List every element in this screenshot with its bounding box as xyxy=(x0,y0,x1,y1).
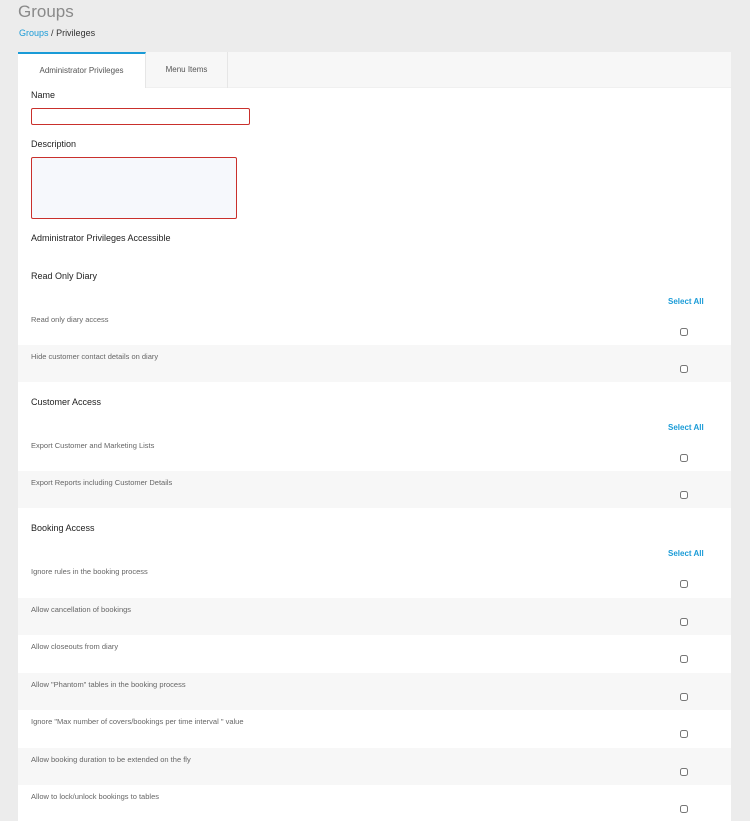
privilege-row: Allow cancellation of bookings xyxy=(18,598,731,635)
privilege-checkbox[interactable] xyxy=(680,454,688,462)
privilege-row: Ignore rules in the booking process xyxy=(18,560,731,597)
privilege-checkbox[interactable] xyxy=(680,491,688,499)
tab-bar: Administrator Privileges Menu Items xyxy=(18,52,731,88)
description-input[interactable] xyxy=(31,157,237,219)
tab-menu-items[interactable]: Menu Items xyxy=(146,52,228,88)
name-input[interactable] xyxy=(31,108,250,125)
privilege-checkbox[interactable] xyxy=(680,768,688,776)
privilege-label: Export Customer and Marketing Lists xyxy=(31,441,155,450)
breadcrumb: Groups / Privileges xyxy=(19,28,95,38)
privilege-label: Ignore "Max number of covers/bookings pe… xyxy=(31,717,244,726)
privilege-label: Ignore rules in the booking process xyxy=(31,567,148,576)
privilege-checkbox[interactable] xyxy=(680,365,688,373)
select-all-read-only-diary[interactable]: Select All xyxy=(668,297,704,306)
privilege-row: Export Reports including Customer Detail… xyxy=(18,471,731,508)
breadcrumb-current: Privileges xyxy=(56,28,96,38)
description-label: Description xyxy=(31,139,77,149)
privilege-checkbox[interactable] xyxy=(680,618,688,626)
privilege-label: Read only diary access xyxy=(31,315,109,324)
privilege-label: Allow booking duration to be extended on… xyxy=(31,755,191,764)
privilege-row: Ignore "Max number of covers/bookings pe… xyxy=(18,710,731,747)
privilege-label: Allow closeouts from diary xyxy=(31,642,119,651)
privilege-label: Allow "Phantom" tables in the booking pr… xyxy=(31,680,186,689)
section-title-read-only-diary: Read Only Diary xyxy=(31,271,98,281)
breadcrumb-separator: / xyxy=(51,28,54,38)
privilege-label: Export Reports including Customer Detail… xyxy=(31,478,173,487)
privilege-checkbox[interactable] xyxy=(680,730,688,738)
privilege-row: Hide customer contact details on diary xyxy=(18,345,731,382)
privilege-label: Allow to lock/unlock bookings to tables xyxy=(31,792,159,801)
breadcrumb-link-groups[interactable]: Groups xyxy=(19,28,49,38)
select-all-booking-access[interactable]: Select All xyxy=(668,549,704,558)
privilege-checkbox[interactable] xyxy=(680,693,688,701)
page-title: Groups xyxy=(18,2,74,21)
privilege-row: Export Customer and Marketing Lists xyxy=(18,434,731,471)
privilege-checkbox[interactable] xyxy=(680,580,688,588)
tab-administrator-privileges[interactable]: Administrator Privileges xyxy=(18,52,146,88)
privilege-row: Allow to lock/unlock bookings to tables xyxy=(18,785,731,821)
privilege-row: Read only diary access xyxy=(18,308,731,345)
privilege-row: Allow "Phantom" tables in the booking pr… xyxy=(18,673,731,710)
privilege-checkbox[interactable] xyxy=(680,328,688,336)
privilege-checkbox[interactable] xyxy=(680,655,688,663)
privileges-panel: Administrator Privileges Menu Items Name… xyxy=(18,52,731,821)
select-all-customer-access[interactable]: Select All xyxy=(668,423,704,432)
section-title-customer-access: Customer Access xyxy=(31,397,102,407)
privileges-heading: Administrator Privileges Accessible xyxy=(31,233,171,243)
section-title-booking-access: Booking Access xyxy=(31,523,95,533)
privilege-row: Allow booking duration to be extended on… xyxy=(18,748,731,785)
privilege-label: Hide customer contact details on diary xyxy=(31,352,159,361)
privilege-checkbox[interactable] xyxy=(680,805,688,813)
privilege-label: Allow cancellation of bookings xyxy=(31,605,132,614)
name-label: Name xyxy=(31,90,56,100)
privilege-row: Allow closeouts from diary xyxy=(18,635,731,672)
